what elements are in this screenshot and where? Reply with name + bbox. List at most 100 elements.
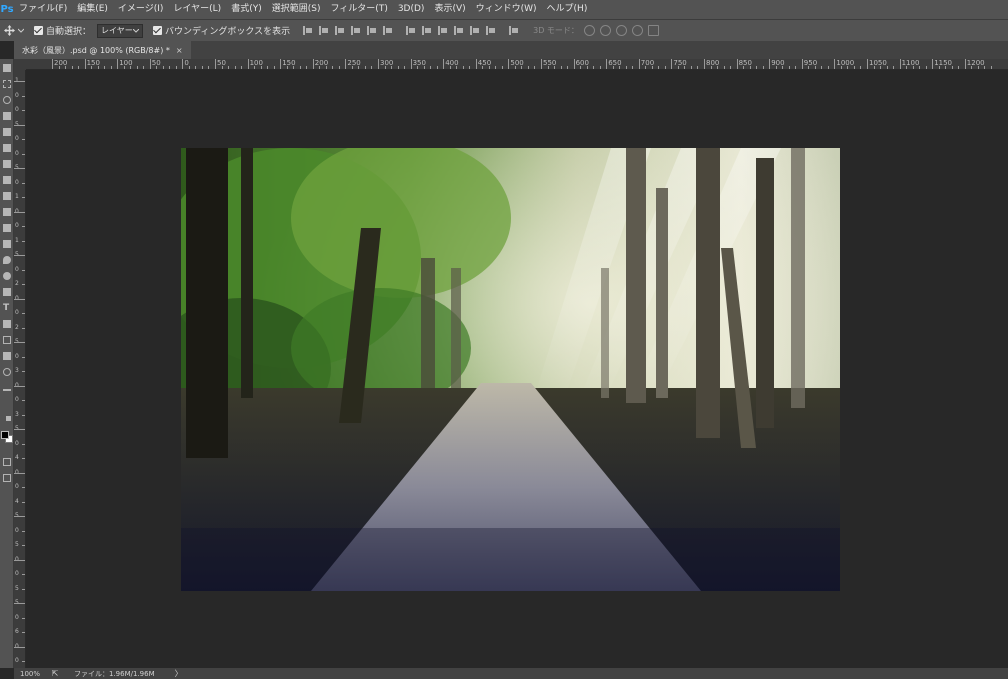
marquee-tool-button[interactable] xyxy=(2,79,12,89)
ruler-minor-tick xyxy=(697,66,699,69)
document-canvas-image[interactable] xyxy=(181,148,840,591)
distribute-left-icon[interactable] xyxy=(453,25,464,36)
ruler-minor-tick xyxy=(808,66,810,69)
quick-mask-button[interactable] xyxy=(2,457,12,467)
close-icon[interactable]: × xyxy=(176,46,183,55)
tool-preset-picker[interactable] xyxy=(0,25,28,36)
ruler-minor-tick xyxy=(299,66,301,69)
pan-3d-icon[interactable] xyxy=(615,25,627,36)
ruler-v-tick xyxy=(14,516,25,517)
ruler-v-tick xyxy=(22,197,25,198)
brush-tool-button[interactable] xyxy=(2,175,12,185)
eraser-tool-button[interactable] xyxy=(2,223,12,233)
camera-3d-icon[interactable] xyxy=(647,25,659,36)
ruler-minor-tick xyxy=(201,66,203,69)
blur-tool-button[interactable] xyxy=(2,255,12,265)
menu-edit[interactable]: 編集(E) xyxy=(72,0,113,19)
more-tools-button[interactable] xyxy=(2,385,12,395)
brush-icon xyxy=(3,176,11,184)
screen-mode-button[interactable] xyxy=(2,473,12,483)
menu-view[interactable]: 表示(V) xyxy=(429,0,470,19)
ruler-minor-tick xyxy=(417,66,419,69)
healing-brush-tool-button[interactable] xyxy=(2,159,12,169)
ruler-minor-tick xyxy=(912,66,914,69)
status-menu-arrow-icon[interactable]: 〉 xyxy=(175,668,183,679)
ruler-v-tick xyxy=(14,646,25,648)
menu-type[interactable]: 書式(Y) xyxy=(226,0,267,19)
move-tool-button[interactable] xyxy=(2,63,12,73)
document-tab[interactable]: 水彩（風景）.psd @ 100% (RGB/8#) * × xyxy=(14,41,191,59)
crop-tool-button[interactable] xyxy=(2,127,12,137)
ruler-major-tick xyxy=(378,59,379,69)
align-top-icon[interactable] xyxy=(302,25,313,36)
menu-file[interactable]: ファイル(F) xyxy=(14,0,72,19)
ruler-minor-tick xyxy=(906,66,908,69)
ruler-minor-tick xyxy=(130,66,132,69)
slide-3d-icon[interactable] xyxy=(631,25,643,36)
shape-tool-button[interactable] xyxy=(2,335,12,345)
ruler-minor-tick xyxy=(990,66,992,69)
auto-select-checkbox[interactable]: 自動選択： xyxy=(34,24,91,37)
quick-select-tool-button[interactable] xyxy=(2,111,12,121)
orbit-3d-icon[interactable] xyxy=(583,25,595,36)
align-hcenter-icon[interactable] xyxy=(366,25,377,36)
ruler-minor-tick xyxy=(971,66,973,69)
distribute-hcenter-icon[interactable] xyxy=(469,25,480,36)
zoom-level[interactable]: 100% xyxy=(14,670,48,678)
gradient-tool-button[interactable] xyxy=(2,239,12,249)
menu-help[interactable]: ヘルプ(H) xyxy=(542,0,593,19)
bounding-box-checkbox[interactable]: バウンディングボックスを表示 xyxy=(153,24,290,37)
ruler-v-label: 0 xyxy=(15,526,19,534)
align-vcenter-icon[interactable] xyxy=(318,25,329,36)
align-bottom-icon[interactable] xyxy=(334,25,345,36)
ruler-major-tick xyxy=(182,59,184,69)
menu-layer[interactable]: レイヤー(L) xyxy=(168,0,226,19)
eraser-icon xyxy=(3,224,11,232)
ruler-v-label: 0 xyxy=(15,657,19,664)
vertical-ruler[interactable]: 1005005010015020025030035040045050055060… xyxy=(14,70,26,668)
swap-colors-button[interactable] xyxy=(2,415,12,425)
ruler-minor-tick xyxy=(619,66,621,69)
ruler-origin[interactable] xyxy=(14,59,26,70)
auto-align-layers-icon[interactable] xyxy=(508,25,519,36)
align-right-icon[interactable] xyxy=(382,25,393,36)
ruler-minor-tick xyxy=(482,66,484,69)
ruler-h-label: 1150 xyxy=(934,59,953,67)
ruler-minor-tick xyxy=(612,66,614,69)
menu-3d[interactable]: 3D(D) xyxy=(393,0,430,19)
type-tool-button[interactable]: T xyxy=(2,303,12,313)
ruler-major-tick xyxy=(867,59,868,69)
eyedropper-tool-button[interactable] xyxy=(2,143,12,153)
align-buttons xyxy=(302,25,393,36)
dodge-tool-button[interactable] xyxy=(2,271,12,281)
lasso-tool-button[interactable] xyxy=(2,95,12,105)
hand-tool-button[interactable] xyxy=(2,351,12,361)
ruler-major-tick xyxy=(117,59,119,69)
ruler-minor-tick xyxy=(384,66,386,69)
menu-image[interactable]: イメージ(I) xyxy=(113,0,169,19)
distribute-vcenter-icon[interactable] xyxy=(421,25,432,36)
distribute-bottom-icon[interactable] xyxy=(437,25,448,36)
ruler-v-tick xyxy=(22,284,25,285)
align-left-icon[interactable] xyxy=(350,25,361,36)
auto-select-dropdown[interactable]: レイヤー xyxy=(97,23,144,38)
foreground-color-swatch[interactable] xyxy=(1,431,9,439)
distribute-top-icon[interactable] xyxy=(405,25,416,36)
ruler-minor-tick xyxy=(260,66,262,69)
ruler-v-label: 1 xyxy=(15,193,19,200)
menu-window[interactable]: ウィンドウ(W) xyxy=(471,0,542,19)
menu-filter[interactable]: フィルター(T) xyxy=(325,0,392,19)
path-select-tool-button[interactable] xyxy=(2,319,12,329)
zoom-tool-button[interactable] xyxy=(2,367,12,377)
pen-tool-button[interactable] xyxy=(2,287,12,297)
stamp-tool-button[interactable] xyxy=(2,191,12,201)
menu-select[interactable]: 選択範囲(S) xyxy=(267,0,326,19)
distribute-right-icon[interactable] xyxy=(485,25,496,36)
ruler-minor-tick xyxy=(332,66,334,69)
app-logo-icon[interactable]: Ps xyxy=(0,0,14,19)
history-brush-tool-button[interactable] xyxy=(2,207,12,217)
roll-3d-icon[interactable] xyxy=(599,25,611,36)
horizontal-ruler[interactable]: 200 150 100 50 0 50 100 150 200 250 300 350 400 450 50… xyxy=(26,59,1008,70)
share-icon[interactable]: ⇱ xyxy=(48,669,62,678)
chevron-down-icon xyxy=(18,28,24,33)
